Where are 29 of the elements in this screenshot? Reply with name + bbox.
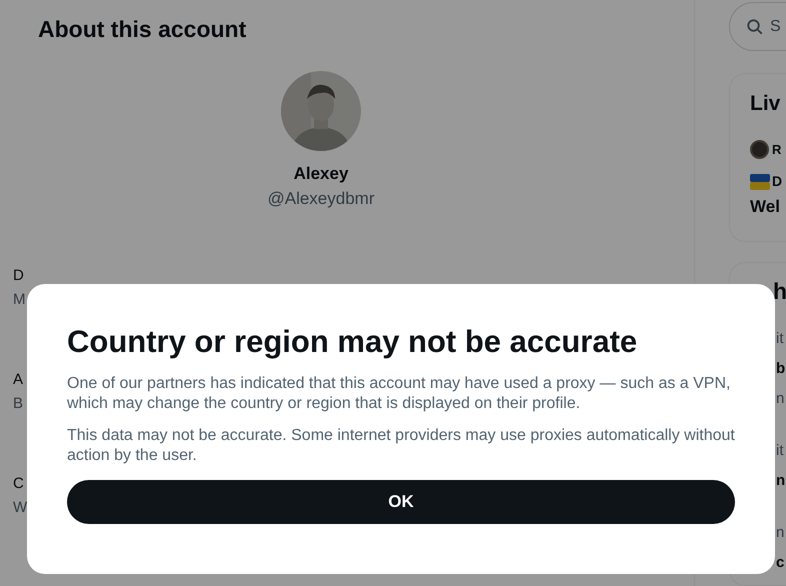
live-text: D — [772, 172, 782, 192]
detail-value: W — [13, 498, 28, 518]
page-title: About this account — [37, 15, 248, 44]
detail-value: M — [13, 290, 26, 310]
trend-meta: it — [776, 330, 784, 348]
detail-label: A — [13, 370, 24, 390]
detail-label: D — [13, 266, 24, 286]
host-avatar-icon — [750, 140, 769, 159]
flag-icon — [750, 174, 770, 190]
trend-meta: n — [776, 524, 784, 542]
trend-title[interactable]: b — [776, 360, 786, 378]
live-title: Liv — [750, 91, 782, 118]
profile-handle: @Alexeydbmr — [267, 188, 374, 210]
trend-meta: it — [776, 442, 784, 460]
live-text: Wel — [750, 196, 781, 218]
search-icon — [746, 18, 764, 36]
trend-title[interactable]: c — [776, 554, 784, 572]
detail-label: C — [13, 474, 24, 494]
host-name: R — [772, 140, 782, 159]
dialog-text: This data may not be accurate. Some internet providers may use proxies automatically without action by the user. — [67, 426, 735, 466]
trends-title: h — [773, 277, 786, 306]
profile-name: Alexey — [294, 162, 348, 184]
trend-meta: n — [776, 390, 784, 408]
dialog-text: One of our partners has indicated that this account may have used a proxy — such as a VPN, which may change the country or region that is displayed on their profile. — [67, 374, 732, 414]
detail-value: B — [13, 394, 24, 414]
trend-title[interactable]: n — [776, 472, 786, 490]
ok-button[interactable]: OK — [67, 480, 735, 524]
search-field[interactable]: S — [729, 2, 786, 52]
dialog-title: Country or region may not be accurate — [67, 324, 638, 360]
